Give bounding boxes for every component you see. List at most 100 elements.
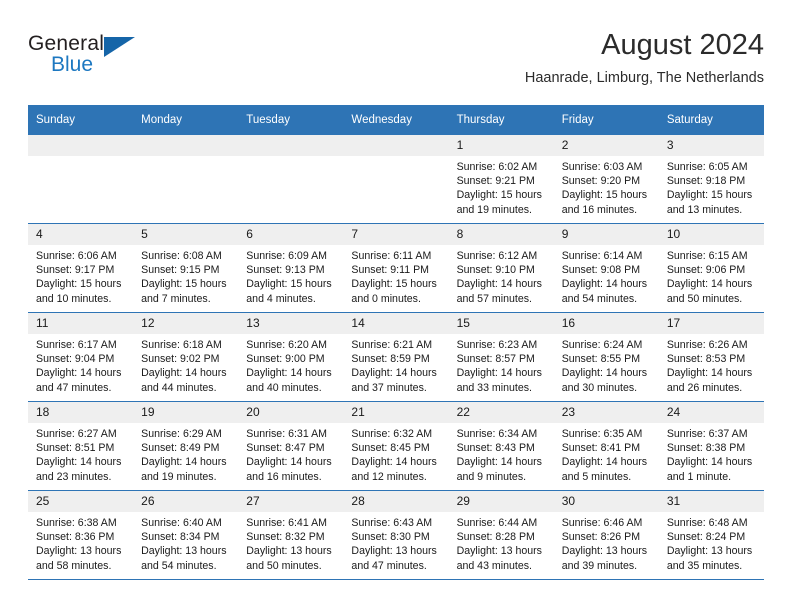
day-daylight2-text: and 50 minutes. xyxy=(666,292,743,305)
day-number: 27 xyxy=(238,491,344,512)
day-cell[interactable]: 16 Sunrise: 6:24 AM Sunset: 8:55 PM Dayligh… xyxy=(553,312,659,402)
day-daylight1-text: Daylight: 14 hours xyxy=(456,456,542,469)
day-sunrise-text: Sunrise: 6:29 AM xyxy=(141,428,222,440)
day-cell[interactable]: 13 Sunrise: 6:20 AM Sunset: 9:00 PM Dayligh… xyxy=(238,312,344,402)
day-sunrise-text: Sunrise: 6:17 AM xyxy=(36,339,117,351)
day-daylight2-text: and 23 minutes. xyxy=(36,470,112,483)
day-cell[interactable]: 11 Sunrise: 6:17 AM Sunset: 9:04 PM Dayligh… xyxy=(28,312,134,402)
day-cell[interactable]: 31 Sunrise: 6:48 AM Sunset: 8:24 PM Dayligh… xyxy=(658,490,764,580)
day-cell[interactable]: 14 Sunrise: 6:21 AM Sunset: 8:59 PM Dayligh… xyxy=(343,312,449,402)
day-sunset-text: Sunset: 8:45 PM xyxy=(351,442,430,455)
day-sunset-text: Sunset: 8:59 PM xyxy=(351,353,430,366)
day-cell[interactable]: 3 Sunrise: 6:05 AM Sunset: 9:18 PM Daylight… xyxy=(658,135,764,224)
day-daylight1-text: Daylight: 13 hours xyxy=(141,545,227,558)
day-cell[interactable]: 15 Sunrise: 6:23 AM Sunset: 8:57 PM Dayligh… xyxy=(448,312,554,402)
day-sunset-text: Sunset: 8:36 PM xyxy=(36,531,115,544)
day-cell[interactable]: 9 Sunrise: 6:14 AM Sunset: 9:08 PM Daylight… xyxy=(553,223,659,313)
day-number: 5 xyxy=(133,224,239,245)
day-sunset-text: Sunset: 8:32 PM xyxy=(246,531,325,544)
day-sunset-text: Sunset: 9:15 PM xyxy=(141,264,220,277)
day-sunset-text: Sunset: 9:10 PM xyxy=(456,264,535,277)
day-cell[interactable]: 2 Sunrise: 6:03 AM Sunset: 9:20 PM Daylight… xyxy=(553,135,659,224)
day-cell[interactable]: 12 Sunrise: 6:18 AM Sunset: 9:02 PM Dayligh… xyxy=(133,312,239,402)
day-daylight2-text: and 39 minutes. xyxy=(561,559,638,572)
day-daylight2-text: and 40 minutes. xyxy=(246,381,322,394)
brand-logo[interactable]: General Blue xyxy=(28,32,158,84)
day-cell[interactable]: 5 Sunrise: 6:08 AM Sunset: 9:15 PM Daylight… xyxy=(133,223,239,313)
day-sunrise-text: Sunrise: 6:26 AM xyxy=(666,339,748,351)
day-cell[interactable]: 6 Sunrise: 6:09 AM Sunset: 9:13 PM Daylight… xyxy=(238,223,344,313)
day-sunset-text: Sunset: 8:26 PM xyxy=(561,531,641,544)
day-cell[interactable]: 24 Sunrise: 6:37 AM Sunset: 8:38 PM Dayligh… xyxy=(658,401,764,491)
day-sunset-text: Sunset: 9:18 PM xyxy=(666,175,746,188)
day-info: Sunrise: 6:05 AM Sunset: 9:18 PM Daylight:… xyxy=(659,156,764,217)
calendar-week-row: 18 Sunrise: 6:27 AM Sunset: 8:51 PM Dayligh… xyxy=(28,401,764,491)
day-sunset-text: Sunset: 8:49 PM xyxy=(141,442,220,455)
day-daylight1-text: Daylight: 14 hours xyxy=(141,456,227,469)
day-number: 9 xyxy=(553,224,659,245)
day-cell[interactable]: 1 Sunrise: 6:02 AM Sunset: 9:21 PM Daylight… xyxy=(448,135,554,224)
day-daylight1-text: Daylight: 15 hours xyxy=(141,278,227,291)
day-cell-inner: 17 Sunrise: 6:26 AM Sunset: 8:53 PM Dayligh… xyxy=(658,313,764,401)
day-cell[interactable]: 4 Sunrise: 6:06 AM Sunset: 9:17 PM Daylight… xyxy=(28,223,134,313)
day-info: Sunrise: 6:31 AM Sunset: 8:47 PM Daylight:… xyxy=(238,423,343,484)
day-cell[interactable]: 10 Sunrise: 6:15 AM Sunset: 9:06 PM Dayligh… xyxy=(658,223,764,313)
day-cell[interactable]: 26 Sunrise: 6:40 AM Sunset: 8:34 PM Dayligh… xyxy=(133,490,239,580)
day-number: 13 xyxy=(238,313,344,334)
day-sunrise-text: Sunrise: 6:21 AM xyxy=(351,339,433,351)
day-cell[interactable]: 7 Sunrise: 6:11 AM Sunset: 9:11 PM Daylight… xyxy=(343,223,449,313)
day-daylight1-text: Daylight: 14 hours xyxy=(561,367,648,380)
day-sunrise-text: Sunrise: 6:38 AM xyxy=(36,517,117,529)
day-daylight1-text: Daylight: 13 hours xyxy=(456,545,542,558)
day-daylight1-text: Daylight: 13 hours xyxy=(351,545,437,558)
day-cell-inner: 22 Sunrise: 6:34 AM Sunset: 8:43 PM Dayligh… xyxy=(448,402,554,490)
day-daylight2-text: and 54 minutes. xyxy=(141,559,217,572)
day-info: Sunrise: 6:11 AM Sunset: 9:11 PM Daylight:… xyxy=(343,245,448,306)
day-cell[interactable]: 23 Sunrise: 6:35 AM Sunset: 8:41 PM Dayligh… xyxy=(553,401,659,491)
day-number: 23 xyxy=(553,402,659,423)
day-info: Sunrise: 6:18 AM Sunset: 9:02 PM Daylight:… xyxy=(133,334,238,395)
day-number: 21 xyxy=(343,402,449,423)
day-cell[interactable]: 17 Sunrise: 6:26 AM Sunset: 8:53 PM Dayligh… xyxy=(658,312,764,402)
day-sunset-text: Sunset: 9:04 PM xyxy=(36,353,115,366)
day-cell[interactable]: 18 Sunrise: 6:27 AM Sunset: 8:51 PM Dayligh… xyxy=(28,401,134,491)
day-sunrise-text: Sunrise: 6:34 AM xyxy=(456,428,538,440)
day-daylight2-text: and 57 minutes. xyxy=(456,292,532,305)
day-daylight1-text: Daylight: 14 hours xyxy=(246,367,332,380)
day-cell-inner: 26 Sunrise: 6:40 AM Sunset: 8:34 PM Dayligh… xyxy=(133,491,239,579)
day-cell[interactable]: 8 Sunrise: 6:12 AM Sunset: 9:10 PM Daylight… xyxy=(448,223,554,313)
day-info: Sunrise: 6:17 AM Sunset: 9:04 PM Daylight:… xyxy=(28,334,133,395)
calendar-body: 1 Sunrise: 6:02 AM Sunset: 9:21 PM Daylight… xyxy=(28,135,764,580)
page-header: General Blue August 2024 Haanrade, Limbu… xyxy=(28,28,764,98)
day-sunset-text: Sunset: 9:00 PM xyxy=(246,353,325,366)
day-cell-inner xyxy=(133,135,239,223)
day-cell-inner: 16 Sunrise: 6:24 AM Sunset: 8:55 PM Dayligh… xyxy=(553,313,659,401)
day-daylight1-text: Daylight: 14 hours xyxy=(561,456,648,469)
day-cell[interactable]: 19 Sunrise: 6:29 AM Sunset: 8:49 PM Dayligh… xyxy=(133,401,239,491)
calendar-week-row: 11 Sunrise: 6:17 AM Sunset: 9:04 PM Dayligh… xyxy=(28,312,764,402)
day-daylight2-text: and 5 minutes. xyxy=(561,470,632,483)
day-number: 6 xyxy=(238,224,344,245)
day-cell[interactable]: 20 Sunrise: 6:31 AM Sunset: 8:47 PM Dayligh… xyxy=(238,401,344,491)
day-daylight1-text: Daylight: 13 hours xyxy=(666,545,753,558)
day-daylight2-text: and 12 minutes. xyxy=(351,470,427,483)
day-cell[interactable]: 21 Sunrise: 6:32 AM Sunset: 8:45 PM Dayligh… xyxy=(343,401,449,491)
day-sunrise-text: Sunrise: 6:11 AM xyxy=(351,250,432,262)
day-daylight2-text: and 19 minutes. xyxy=(141,470,217,483)
day-cell-inner: 5 Sunrise: 6:08 AM Sunset: 9:15 PM Daylight… xyxy=(133,224,239,312)
day-cell[interactable]: 30 Sunrise: 6:46 AM Sunset: 8:26 PM Dayligh… xyxy=(553,490,659,580)
day-cell[interactable]: 27 Sunrise: 6:41 AM Sunset: 8:32 PM Dayligh… xyxy=(238,490,344,580)
day-cell[interactable]: 25 Sunrise: 6:38 AM Sunset: 8:36 PM Dayligh… xyxy=(28,490,134,580)
day-sunset-text: Sunset: 8:51 PM xyxy=(36,442,115,455)
day-daylight2-text: and 13 minutes. xyxy=(666,203,743,216)
day-number xyxy=(133,135,239,156)
day-cell[interactable]: 29 Sunrise: 6:44 AM Sunset: 8:28 PM Dayligh… xyxy=(448,490,554,580)
day-daylight1-text: Daylight: 14 hours xyxy=(246,456,332,469)
weekday-header-monday: Monday xyxy=(133,105,239,135)
day-cell[interactable]: 22 Sunrise: 6:34 AM Sunset: 8:43 PM Dayligh… xyxy=(448,401,554,491)
day-cell[interactable]: 28 Sunrise: 6:43 AM Sunset: 8:30 PM Dayligh… xyxy=(343,490,449,580)
day-info: Sunrise: 6:48 AM Sunset: 8:24 PM Daylight:… xyxy=(659,512,764,573)
day-daylight1-text: Daylight: 15 hours xyxy=(666,189,753,202)
day-daylight1-text: Daylight: 13 hours xyxy=(246,545,332,558)
day-number: 2 xyxy=(553,135,659,156)
